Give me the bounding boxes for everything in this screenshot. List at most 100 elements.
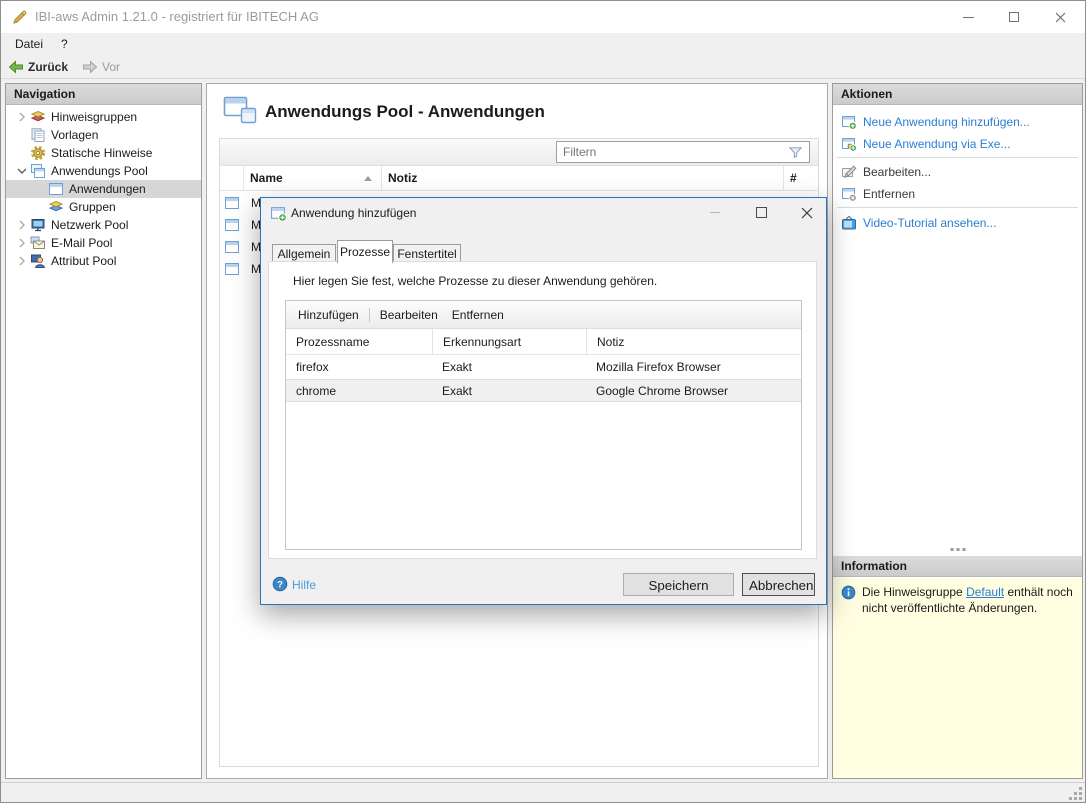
sidebar-item-label: Gruppen: [69, 200, 116, 214]
edit-pencil-icon: [841, 164, 857, 180]
process-row-firefox[interactable]: firefox Exakt Mozilla Firefox Browser: [286, 356, 801, 379]
actions-separator: [837, 207, 1078, 208]
save-button[interactable]: Speichern: [623, 573, 734, 596]
network-icon: [30, 217, 46, 233]
sidebar-item-anwendungs-pool[interactable]: Anwendungs Pool: [6, 162, 201, 180]
dialog-minimize-button[interactable]: [700, 202, 730, 223]
process-row-chrome[interactable]: chrome Exakt Google Chrome Browser: [286, 379, 801, 402]
chevron-right-icon[interactable]: [14, 253, 30, 269]
dialog-controls: [700, 202, 822, 223]
action-label: Neue Anwendung hinzufügen...: [863, 115, 1030, 129]
information-body: Die Hinweisgruppe Default enthält noch n…: [833, 578, 1082, 778]
sidebar-item-statische-hinweise[interactable]: Statische Hinweise: [6, 144, 201, 162]
window-titlebar: IBI-aws Admin 1.21.0 - registriert für I…: [1, 1, 1085, 33]
dialog-title: Anwendung hinzufügen: [291, 198, 416, 229]
tab-allgemein[interactable]: Allgemein: [272, 244, 336, 262]
actions-panel: Aktionen Neue Anwendung hinzufügen... Ne…: [832, 83, 1083, 779]
forward-button[interactable]: Vor: [77, 55, 125, 78]
column-header-count[interactable]: #: [783, 166, 818, 191]
chevron-down-icon[interactable]: [14, 163, 30, 179]
page-title: Anwendungs Pool - Anwendungen: [265, 102, 545, 122]
person-icon: [30, 253, 46, 269]
action-label: Video-Tutorial ansehen...: [863, 216, 996, 230]
action-label: Bearbeiten...: [863, 165, 931, 179]
action-label: Entfernen: [863, 187, 915, 201]
dialog-close-button[interactable]: [792, 202, 822, 223]
tab-fenstertitel[interactable]: Fenstertitel: [393, 244, 461, 262]
sidebar-item-label: Statische Hinweise: [51, 146, 152, 160]
cell-detection: Exakt: [432, 356, 586, 379]
window-controls: [945, 1, 1083, 33]
menu-help[interactable]: ?: [55, 33, 74, 55]
column-header-notiz[interactable]: Notiz: [381, 166, 783, 191]
cancel-button[interactable]: Abbrechen: [742, 573, 815, 596]
action-remove[interactable]: Entfernen: [833, 183, 1082, 205]
applications-header-icon: [223, 95, 259, 127]
sidebar-item-anwendungen[interactable]: Anwendungen: [6, 180, 201, 198]
action-label: Neue Anwendung via Exe...: [863, 137, 1010, 151]
panel-splitter-grip[interactable]: [950, 548, 965, 551]
resize-grip[interactable]: [1069, 787, 1082, 800]
default-group-link[interactable]: Default: [966, 585, 1004, 599]
sidebar-item-netzwerk-pool[interactable]: Netzwerk Pool: [6, 216, 201, 234]
process-add-button[interactable]: Hinzufügen: [298, 308, 359, 322]
navigation-panel: Navigation Hinweisgruppen Vorlagen Stati…: [5, 83, 202, 779]
process-remove-button[interactable]: Entfernen: [452, 308, 504, 322]
action-new-application[interactable]: Neue Anwendung hinzufügen...: [833, 111, 1082, 133]
cell-process: firefox: [286, 356, 432, 379]
chevron-right-icon[interactable]: [14, 217, 30, 233]
action-video-tutorial[interactable]: Video-Tutorial ansehen...: [833, 212, 1082, 234]
window-icon: [224, 217, 240, 233]
sidebar-item-email-pool[interactable]: E-Mail Pool: [6, 234, 201, 252]
process-table-header: Prozessname Erkennungsart Notiz: [286, 329, 801, 355]
info-message-prefix: Die Hinweisgruppe: [862, 585, 963, 599]
action-new-application-via-exe[interactable]: Neue Anwendung via Exe...: [833, 133, 1082, 155]
process-list-toolbar: Hinzufügen Bearbeiten Entfernen: [286, 301, 801, 329]
back-button[interactable]: Zurück: [3, 55, 73, 78]
help-link[interactable]: Hilfe: [292, 578, 316, 592]
column-header-prozessname[interactable]: Prozessname: [286, 329, 432, 355]
templates-icon: [30, 127, 46, 143]
menu-bar: Datei ?: [1, 33, 1085, 55]
groups-icon: [48, 199, 64, 215]
action-edit[interactable]: Bearbeiten...: [833, 161, 1082, 183]
notice-groups-icon: [30, 109, 46, 125]
actions-header: Aktionen: [833, 84, 1082, 105]
cell-note: Google Chrome Browser: [586, 380, 801, 403]
sidebar-item-gruppen[interactable]: Gruppen: [6, 198, 201, 216]
minimize-button[interactable]: [945, 1, 991, 33]
column-header-notiz[interactable]: Notiz: [586, 329, 801, 355]
chevron-right-icon[interactable]: [14, 109, 30, 125]
app-logo-icon: [12, 9, 28, 25]
table-header-row: Name Notiz #: [220, 166, 818, 191]
close-button[interactable]: [1037, 1, 1083, 33]
forward-label: Vor: [102, 60, 120, 74]
window-add-icon: [841, 114, 857, 130]
sidebar-item-label: Anwendungs Pool: [51, 164, 148, 178]
sidebar-item-label: Netzwerk Pool: [51, 218, 128, 232]
tab-prozesse[interactable]: Prozesse: [337, 240, 393, 263]
svg-text:?: ?: [277, 579, 283, 590]
info-icon: [841, 585, 856, 600]
sidebar-item-attribut-pool[interactable]: Attribut Pool: [6, 252, 201, 270]
tv-icon: [841, 215, 857, 231]
column-header-erkennungsart[interactable]: Erkennungsart: [432, 329, 586, 355]
chevron-right-icon[interactable]: [14, 235, 30, 251]
sidebar-item-hinweisgruppen[interactable]: Hinweisgruppen: [6, 108, 201, 126]
sidebar-item-label: Attribut Pool: [51, 254, 116, 268]
status-bar: [1, 782, 1085, 803]
sidebar-item-vorlagen[interactable]: Vorlagen: [6, 126, 201, 144]
column-header-name[interactable]: Name: [243, 166, 381, 191]
menu-datei[interactable]: Datei: [9, 33, 49, 55]
mail-icon: [30, 235, 46, 251]
dialog-maximize-button[interactable]: [746, 202, 776, 223]
process-list: Hinzufügen Bearbeiten Entfernen Prozessn…: [285, 300, 802, 550]
app-window: IBI-aws Admin 1.21.0 - registriert für I…: [0, 0, 1086, 803]
filter-input[interactable]: [557, 145, 788, 159]
cell-note: Mozilla Firefox Browser: [586, 356, 801, 379]
maximize-button[interactable]: [991, 1, 1037, 33]
window-exe-add-icon: [841, 136, 857, 152]
process-edit-button[interactable]: Bearbeiten: [380, 308, 438, 322]
sidebar-item-label: Hinweisgruppen: [51, 110, 137, 124]
sidebar-item-label: Anwendungen: [69, 182, 146, 196]
